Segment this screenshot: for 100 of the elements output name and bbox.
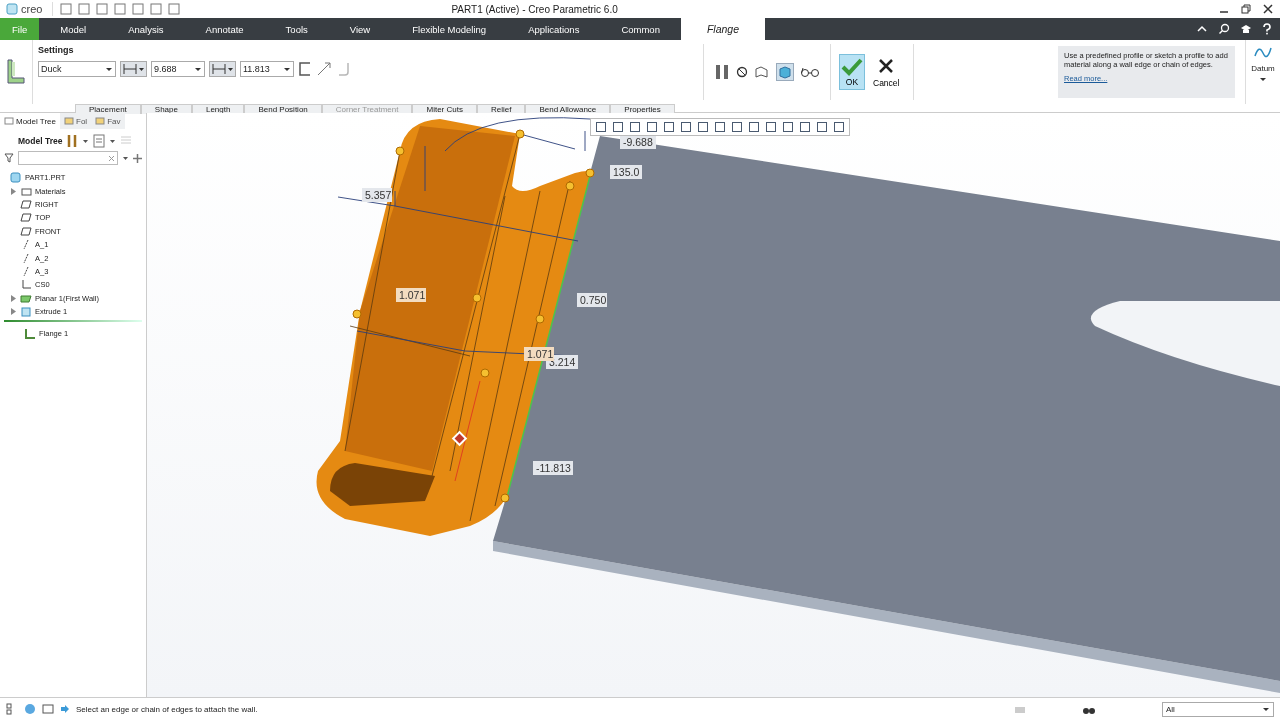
ribbon-tab[interactable]: View: [328, 18, 392, 40]
plane-icon: [20, 198, 32, 210]
ribbon-tab[interactable]: Common: [600, 18, 681, 40]
verify-button[interactable]: [776, 63, 794, 81]
clear-icon[interactable]: [108, 154, 115, 162]
drag-handle[interactable]: [535, 314, 545, 324]
bracket-icon[interactable]: [298, 61, 312, 77]
wall-icon: [20, 292, 32, 304]
search-icon[interactable]: [1218, 23, 1230, 35]
dimension-label[interactable]: -11.813: [533, 461, 573, 475]
cube-icon: [778, 65, 792, 79]
ribbon-tab[interactable]: Tools: [264, 18, 329, 40]
caret-icon[interactable]: [1259, 75, 1267, 83]
window-title: PART1 (Active) - Creo Parametric 6.0: [451, 3, 618, 15]
profile-dropdown[interactable]: Duck: [38, 61, 116, 77]
flip-icon[interactable]: [316, 61, 332, 77]
caret-icon: [283, 65, 291, 73]
ribbon-tab[interactable]: Analysis: [107, 18, 185, 40]
close-icon: [878, 58, 895, 74]
view-tool-icon[interactable]: [629, 121, 641, 133]
view-tool-icon[interactable]: [816, 121, 828, 133]
caret-icon: [138, 65, 145, 73]
folder-icon: [95, 116, 106, 126]
coordinate-system-icon: [20, 279, 32, 291]
dimension-label[interactable]: 0.750: [577, 293, 607, 307]
dimension-label[interactable]: 135.0: [610, 165, 642, 179]
folder-icon: [4, 116, 14, 126]
drag-marker[interactable]: [451, 430, 468, 447]
view-tool-icon[interactable]: [697, 121, 709, 133]
view-tool-icon[interactable]: [765, 121, 777, 133]
length-field[interactable]: 9.688: [151, 61, 205, 77]
caret-icon: [1262, 705, 1270, 713]
drag-handle[interactable]: [480, 368, 490, 378]
model-tree-label: Model Tree: [18, 136, 63, 146]
pause-icon[interactable]: [714, 64, 730, 80]
window-icon[interactable]: [42, 703, 54, 715]
ribbon-tab[interactable]: Flexible Modeling: [391, 18, 508, 40]
status-message: Select an edge or chain of edges to attach the wall.: [76, 704, 258, 714]
glasses-icon[interactable]: [800, 66, 820, 78]
view-tool-icon[interactable]: [595, 121, 607, 133]
caret-icon[interactable]: [122, 154, 129, 162]
width-dimension-icon: [122, 62, 138, 76]
plane-icon: [20, 212, 32, 224]
ribbon-tab[interactable]: Model: [39, 18, 108, 40]
expand-arrow-icon[interactable]: [11, 187, 17, 195]
view-tool-icon[interactable]: [748, 121, 760, 133]
view-tool-icon[interactable]: [663, 121, 675, 133]
app-logo: creo: [6, 3, 43, 15]
drag-handle[interactable]: [515, 129, 525, 139]
view-tool-icon[interactable]: [680, 121, 692, 133]
navigator-tab[interactable]: Fav: [91, 113, 125, 129]
caret-icon[interactable]: [109, 137, 117, 145]
caret-icon[interactable]: [82, 137, 90, 145]
settings-label: Settings: [38, 45, 75, 55]
caret-icon: [194, 65, 202, 73]
view-tool-icon[interactable]: [782, 121, 794, 133]
plane-icon: [20, 225, 32, 237]
selection-filter-dropdown[interactable]: All: [1162, 701, 1274, 717]
drag-handle[interactable]: [395, 146, 405, 156]
folder-icon: [64, 116, 75, 126]
ribbon-tab[interactable]: Annotate: [184, 18, 265, 40]
tools-icon[interactable]: [66, 134, 79, 148]
dimension-label[interactable]: 5.357: [362, 188, 392, 202]
view-tool-icon[interactable]: [646, 121, 658, 133]
search-field[interactable]: [18, 151, 118, 165]
ribbon-tab[interactable]: Applications: [507, 18, 601, 40]
flange-feature-icon: [5, 58, 27, 86]
no-entry-icon[interactable]: [736, 66, 748, 78]
restore-icon[interactable]: [1240, 3, 1252, 15]
view-tool-icon[interactable]: [833, 121, 845, 133]
dimension-label[interactable]: 1.071: [396, 288, 426, 302]
drag-handle[interactable]: [352, 309, 362, 319]
length-field[interactable]: 11.813: [240, 61, 294, 77]
arrow-icon: [60, 704, 70, 714]
width-dimension-icon: [211, 62, 227, 76]
datum-label[interactable]: Datum: [1251, 64, 1275, 73]
materials-icon: [20, 185, 32, 197]
view-tool-icon[interactable]: [799, 121, 811, 133]
help-icon[interactable]: [1262, 23, 1272, 35]
add-icon[interactable]: [133, 153, 142, 163]
filter-icon[interactable]: [4, 153, 14, 163]
view-tool-icon[interactable]: [612, 121, 624, 133]
length-type-button[interactable]: [209, 61, 236, 77]
cancel-button[interactable]: Cancel: [867, 54, 906, 90]
extrude-icon: [20, 306, 32, 318]
view-tool-icon[interactable]: [714, 121, 726, 133]
close-icon[interactable]: [1262, 3, 1274, 15]
length-type-button[interactable]: [120, 61, 147, 77]
view-tool-icon[interactable]: [731, 121, 743, 133]
caret-icon: [227, 65, 234, 73]
caret-icon: [105, 65, 113, 73]
checkmark-icon: [841, 57, 863, 77]
drag-handle[interactable]: [500, 493, 510, 503]
ok-button[interactable]: OK: [839, 54, 865, 90]
drag-handle[interactable]: [472, 293, 482, 303]
preview-icon[interactable]: [754, 65, 770, 79]
navigator-tab[interactable]: Fol: [60, 113, 92, 129]
flange-icon: [24, 328, 36, 340]
part-icon: [10, 172, 22, 184]
ribbon-tab[interactable]: Flange: [680, 18, 766, 40]
